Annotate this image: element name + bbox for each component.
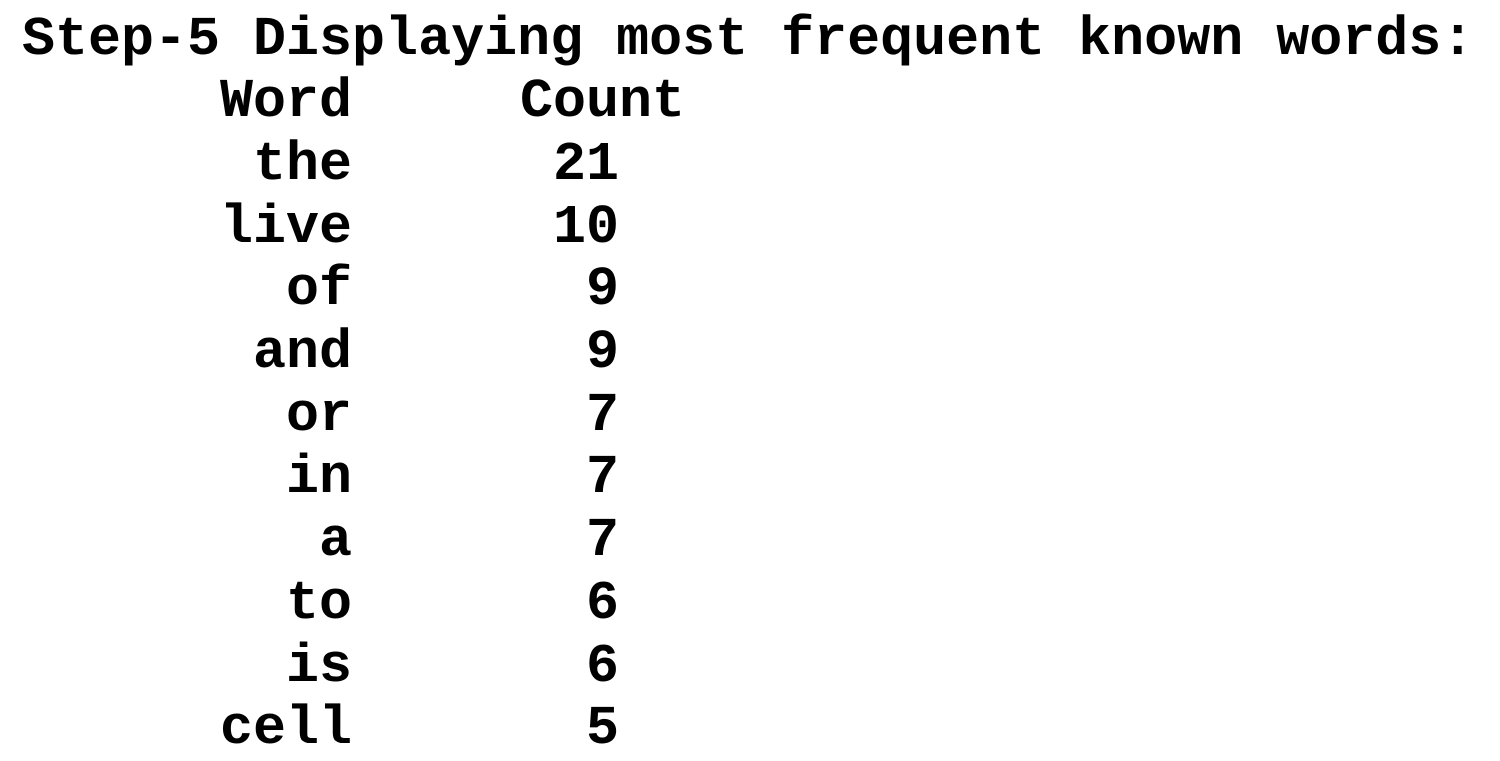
table-row: and 9 (0, 322, 685, 385)
output-heading: Step-5 Displaying most frequent known wo… (22, 8, 1475, 71)
count-cell: 7 (585, 383, 619, 447)
table-header-row: Word Count (0, 71, 685, 134)
count-cell: 7 (585, 446, 619, 510)
word-cell: is (285, 634, 352, 698)
table-row: or 7 (0, 384, 685, 447)
count-cell: 5 (585, 697, 619, 761)
count-cell: 21 (552, 133, 619, 197)
count-cell: 7 (585, 509, 619, 573)
count-cell: 9 (585, 258, 619, 322)
table-row: a 7 (0, 510, 685, 573)
table-row: cell 5 (0, 698, 685, 761)
table-row: the 21 (0, 134, 685, 197)
table-row: is 6 (0, 635, 685, 698)
word-cell: of (285, 258, 352, 322)
word-cell: cell (219, 697, 352, 761)
word-cell: in (285, 446, 352, 510)
word-cell: to (285, 571, 352, 635)
count-cell: 10 (552, 195, 619, 259)
word-cell: the (252, 133, 352, 197)
count-cell: 9 (585, 321, 619, 385)
word-cell: live (219, 195, 352, 259)
table-row: to 6 (0, 571, 685, 636)
word-count-table: Word Count the 21 live 10 of 9 and 9 or (0, 71, 685, 761)
column-header-word: Word (219, 70, 352, 134)
word-cell: a (318, 509, 352, 573)
word-cell: and (252, 321, 352, 385)
count-cell: 6 (585, 634, 619, 698)
word-cell: or (285, 383, 352, 447)
terminal-output: Step-5 Displaying most frequent known wo… (0, 0, 1500, 760)
column-header-count: Count (519, 70, 685, 134)
count-cell: 6 (585, 571, 619, 635)
table-row: in 7 (0, 447, 685, 510)
table-row: live 10 (0, 196, 685, 259)
table-row: of 9 (0, 259, 685, 322)
